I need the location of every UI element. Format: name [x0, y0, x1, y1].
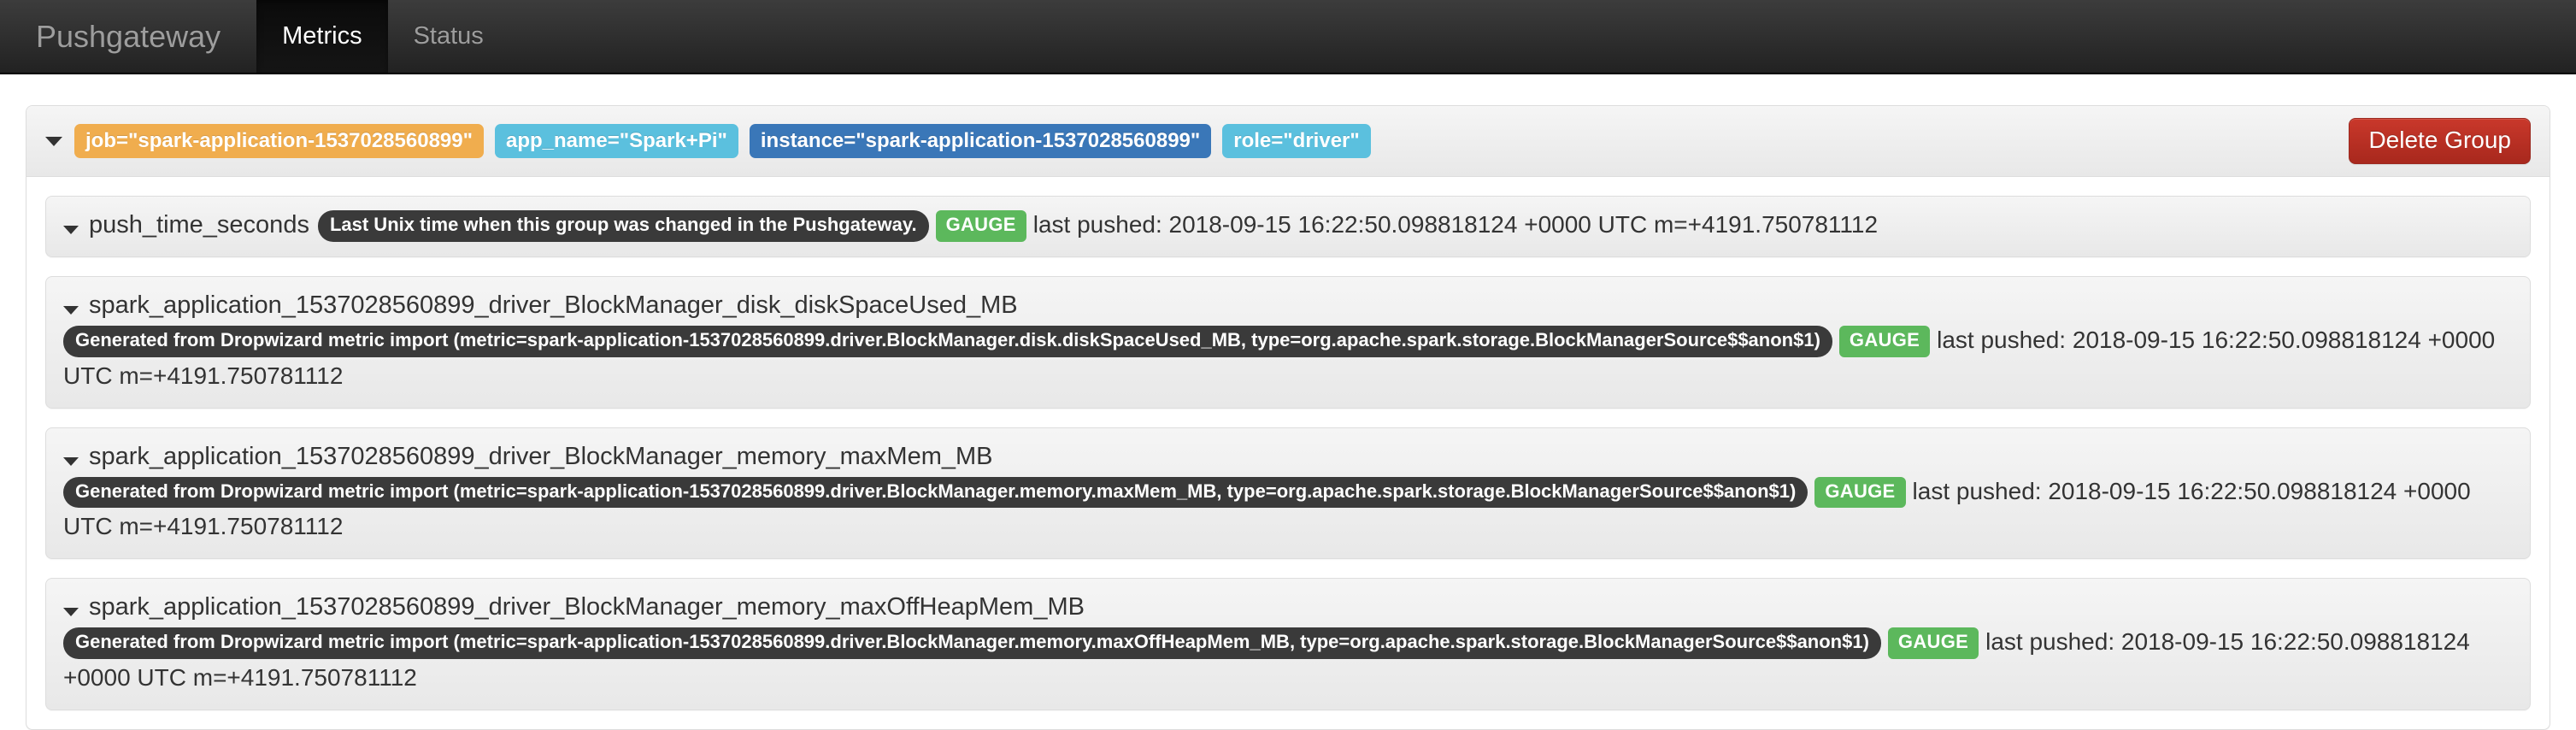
metric-heading: spark_application_1537028560899_driver_B… [46, 277, 2530, 408]
metric-last-pushed: last pushed: 2018-09-15 16:22:50.0988181… [1032, 211, 1879, 238]
metric-group-panel: job="spark-application-1537028560899" ap… [26, 105, 2550, 730]
navbar-brand[interactable]: Pushgateway [0, 0, 256, 73]
metric-name[interactable]: spark_application_1537028560899_driver_B… [89, 443, 992, 470]
metric-help-badge: Generated from Dropwizard metric import … [63, 627, 1881, 659]
metric-type-badge: GAUGE [1887, 627, 1979, 659]
metric-heading: spark_application_1537028560899_driver_B… [46, 579, 2530, 709]
top-navbar: Pushgateway Metrics Status [0, 0, 2576, 74]
group-label-list: job="spark-application-1537028560899" ap… [74, 123, 2332, 159]
group-label-role[interactable]: role="driver" [1222, 123, 1371, 159]
nav-item-metrics[interactable]: Metrics [256, 0, 388, 73]
group-body: push_time_seconds Last Unix time when thi… [26, 177, 2550, 710]
nav-item-status[interactable]: Status [388, 0, 509, 73]
delete-group-button[interactable]: Delete Group [2349, 118, 2531, 164]
group-heading: job="spark-application-1537028560899" ap… [26, 106, 2550, 177]
group-label-app-name[interactable]: app_name="Spark+Pi" [495, 123, 738, 159]
metric-collapse-caret-icon[interactable] [63, 608, 79, 617]
main-content: job="spark-application-1537028560899" ap… [0, 74, 2576, 730]
metric-collapse-caret-icon[interactable] [63, 306, 79, 315]
metric-help-badge: Generated from Dropwizard metric import … [63, 326, 1832, 357]
metric-help-badge: Generated from Dropwizard metric import … [63, 476, 1808, 509]
metric-type-badge: GAUGE [1838, 326, 1931, 357]
group-label-job[interactable]: job="spark-application-1537028560899" [74, 123, 484, 159]
group-collapse-caret-icon[interactable] [45, 136, 62, 146]
metric-heading: spark_application_1537028560899_driver_B… [46, 428, 2530, 559]
metric-heading: push_time_seconds Last Unix time when thi… [46, 197, 2530, 256]
metric-type-badge: GAUGE [1814, 476, 1906, 509]
metric-collapse-caret-icon[interactable] [63, 226, 79, 234]
group-label-instance[interactable]: instance="spark-application-153702856089… [749, 123, 1212, 159]
metric-panel-memory-maxmem: spark_application_1537028560899_driver_B… [45, 427, 2531, 560]
metric-name[interactable]: spark_application_1537028560899_driver_B… [89, 593, 1085, 621]
metric-panel-disk-diskspaceused: spark_application_1537028560899_driver_B… [45, 276, 2531, 409]
metric-type-badge: GAUGE [935, 210, 1026, 242]
metric-panel-push-time-seconds: push_time_seconds Last Unix time when thi… [45, 196, 2531, 258]
metric-collapse-caret-icon[interactable] [63, 456, 79, 466]
metric-panel-memory-maxoffheapmem: spark_application_1537028560899_driver_B… [45, 578, 2531, 710]
metric-help-badge: Last Unix time when this group was chang… [317, 210, 929, 242]
metric-name[interactable]: push_time_seconds [89, 211, 309, 238]
metric-name[interactable]: spark_application_1537028560899_driver_B… [89, 291, 1018, 319]
